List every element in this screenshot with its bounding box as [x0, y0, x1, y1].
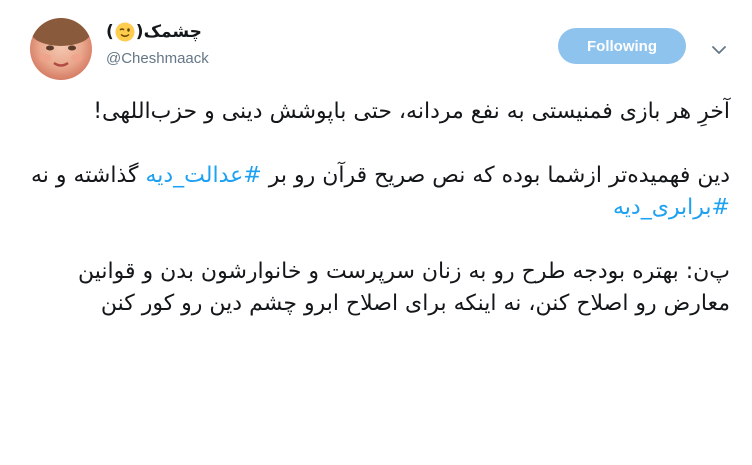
- winking-face-emoji-icon: [115, 22, 135, 42]
- user-handle[interactable]: @Cheshmaack: [106, 50, 209, 67]
- tweet-header: چشمک ( ) @Cheshmaack Following: [0, 0, 752, 90]
- hashtag-adalat-diyeh[interactable]: #عدالت_دیه: [145, 163, 261, 188]
- display-name-paren-close: ): [106, 22, 114, 42]
- display-name-paren-open: (: [135, 22, 144, 42]
- following-button[interactable]: Following: [558, 28, 686, 64]
- hashtag-barabari-diyeh[interactable]: #برابری_دیه: [613, 195, 730, 220]
- tweet-paragraph-3: پ‌ن: بهتره بودجه طرح رو به زنان سرپرست و…: [78, 259, 730, 316]
- display-name[interactable]: چشمک ( ): [106, 20, 202, 44]
- tweet-text: آخرِ هر بازی فمنیستی به نفع مردانه، حتی …: [30, 96, 730, 320]
- tweet-paragraph-2-middle: گذاشته و نه: [30, 163, 146, 188]
- tweet-paragraph-2-prefix: دین فهمیده‌تر ازشما بوده که نص صریح قرآن…: [261, 163, 730, 188]
- avatar[interactable]: [30, 18, 92, 80]
- chevron-down-icon[interactable]: [712, 40, 726, 54]
- display-name-text: چشمک: [143, 22, 202, 42]
- tweet-paragraph-2: دین فهمیده‌تر ازشما بوده که نص صریح قرآن…: [30, 160, 730, 224]
- tweet-paragraph-1: آخرِ هر بازی فمنیستی به نفع مردانه، حتی …: [93, 99, 730, 124]
